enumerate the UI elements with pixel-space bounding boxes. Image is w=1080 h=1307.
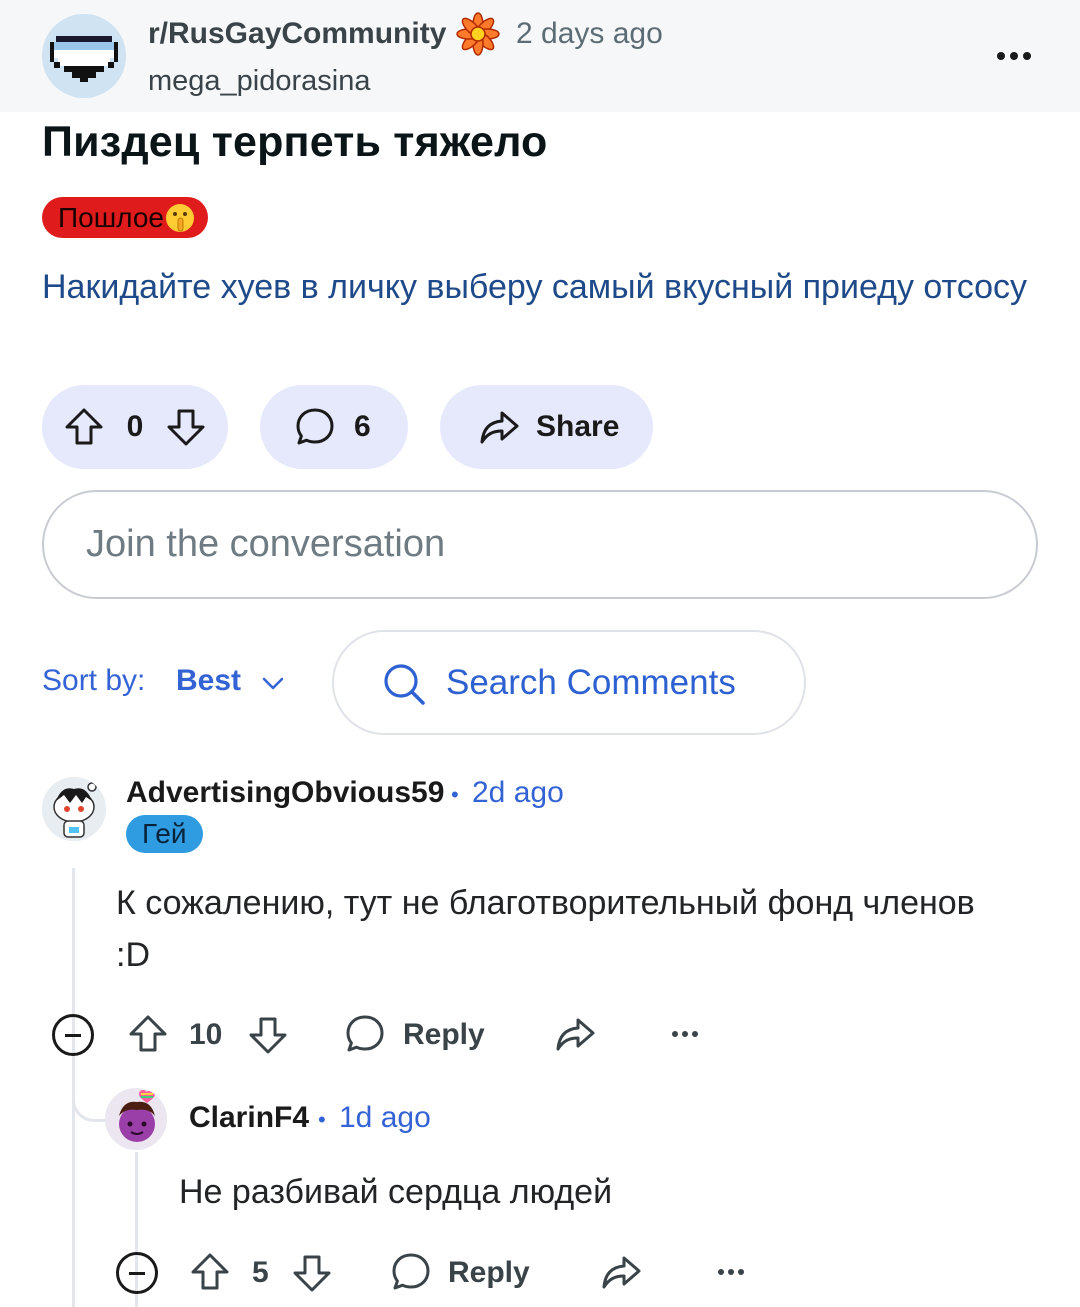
search-comments-label: Search Comments xyxy=(446,663,736,702)
separator-dot: • xyxy=(318,1107,326,1132)
comment-author[interactable]: ClarinF4 xyxy=(189,1101,309,1135)
more-icon xyxy=(1023,52,1031,60)
reply-button[interactable]: Reply xyxy=(403,1018,485,1052)
post-author[interactable]: mega_pidorasina xyxy=(148,65,370,98)
collapse-icon[interactable] xyxy=(116,1252,158,1294)
share-icon xyxy=(478,406,520,448)
post-body: Накидайте хуев в личку выберу самый вкус… xyxy=(42,268,1028,306)
more-icon[interactable] xyxy=(672,1031,698,1037)
more-icon[interactable] xyxy=(718,1269,744,1275)
comment-avatar[interactable] xyxy=(105,1088,167,1150)
subreddit-name[interactable]: r/RusGayCommunity xyxy=(148,17,446,51)
comment-actions: 5 Reply xyxy=(116,1248,816,1307)
post-flair-label: Пошлое xyxy=(58,202,164,233)
post-score: 0 xyxy=(126,410,144,443)
more-icon xyxy=(1010,52,1018,60)
share-label: Share xyxy=(536,410,620,443)
upvote-icon[interactable] xyxy=(188,1250,232,1294)
comment-actions: 10 Reply xyxy=(52,1010,752,1070)
comment-composer[interactable] xyxy=(42,490,1038,599)
downvote-icon[interactable] xyxy=(246,1013,290,1057)
sort-dropdown[interactable]: Best xyxy=(176,664,241,698)
comments-button[interactable]: 6 xyxy=(260,385,408,469)
comment-body: К сожалению, тут не благотворительный фо… xyxy=(116,884,975,974)
comment-icon xyxy=(294,406,336,448)
more-options-button[interactable] xyxy=(990,40,1038,72)
comments-count: 6 xyxy=(354,410,371,443)
sort-label: Sort by: xyxy=(42,664,146,697)
post-flair[interactable]: Пошлое xyxy=(42,197,208,238)
reply-connector xyxy=(72,1070,106,1122)
post-header: r/RusGayCommunity 2 days ago mega_pidora… xyxy=(0,0,1080,112)
vote-bar: 0 xyxy=(42,385,228,469)
comment-icon[interactable] xyxy=(390,1251,432,1293)
search-comments-button[interactable]: Search Comments xyxy=(332,630,806,735)
downvote-icon[interactable] xyxy=(290,1251,334,1295)
reply-button[interactable]: Reply xyxy=(448,1256,530,1290)
comment-score: 5 xyxy=(252,1256,269,1289)
upvote-icon[interactable] xyxy=(126,1012,170,1056)
share-button[interactable]: Share xyxy=(440,385,653,469)
chevron-down-icon[interactable] xyxy=(258,668,288,698)
comment-input[interactable] xyxy=(86,492,986,597)
post-page: r/RusGayCommunity 2 days ago mega_pidora… xyxy=(0,0,1080,1307)
post-time: 2 days ago xyxy=(516,17,663,50)
comment-time: 1d ago xyxy=(339,1101,431,1134)
share-icon[interactable] xyxy=(600,1251,642,1293)
more-icon xyxy=(997,52,1005,60)
comment-avatar[interactable] xyxy=(42,777,106,841)
share-icon[interactable] xyxy=(554,1013,596,1055)
shushing-face-icon xyxy=(164,202,196,234)
upvote-icon[interactable] xyxy=(62,405,106,449)
collapse-icon[interactable] xyxy=(52,1014,94,1056)
separator-dot: • xyxy=(451,782,459,807)
user-flair[interactable]: Гей xyxy=(126,815,203,853)
flower-icon xyxy=(456,12,500,56)
comment-time: 2d ago xyxy=(472,776,564,809)
comment-body: Не разбивай сердца людей xyxy=(179,1173,613,1211)
post-title: Пиздец терпеть тяжело xyxy=(42,118,548,166)
search-icon xyxy=(382,662,426,706)
comment-author[interactable]: AdvertisingObvious59 xyxy=(126,776,444,810)
comment-icon[interactable] xyxy=(344,1013,386,1055)
comment-score: 10 xyxy=(189,1018,223,1051)
subreddit-avatar[interactable] xyxy=(42,14,126,98)
downvote-icon[interactable] xyxy=(164,405,208,449)
